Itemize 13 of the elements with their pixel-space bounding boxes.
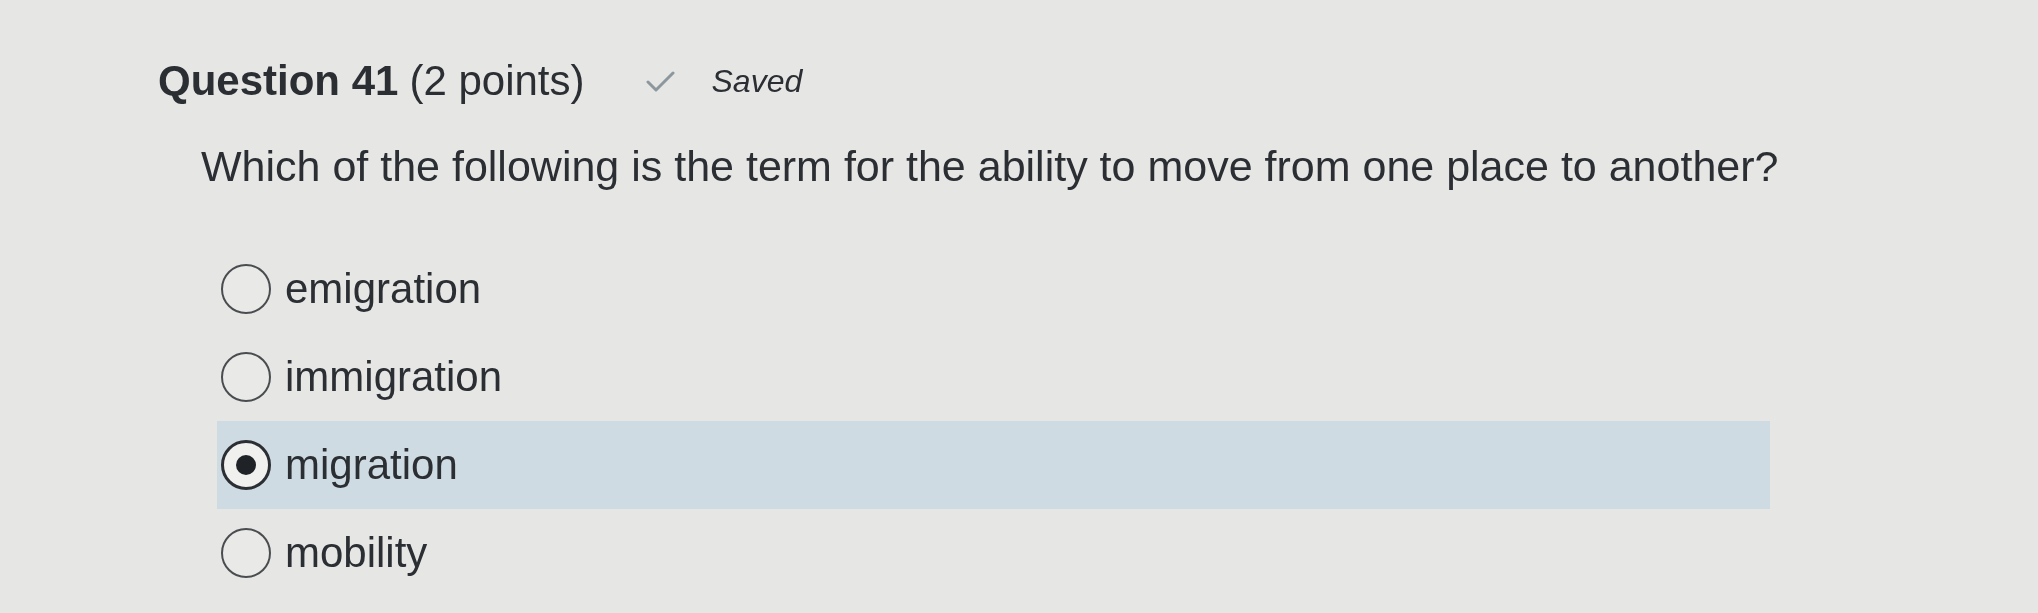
option-label[interactable]: mobility	[285, 527, 428, 579]
option-label[interactable]: immigration	[285, 351, 503, 403]
question-prompt: Which of the following is the term for the ability to move from one place to another?	[201, 141, 1779, 193]
option-label[interactable]: migration	[285, 439, 458, 491]
question-title: Question 41	[158, 56, 399, 106]
points-label: (2 points)	[409, 56, 585, 106]
radio-button[interactable]	[221, 440, 271, 490]
saved-status: Saved	[711, 62, 803, 101]
radio-button[interactable]	[221, 352, 271, 402]
checkmark-icon	[646, 70, 676, 92]
radio-button[interactable]	[221, 528, 271, 578]
radio-button[interactable]	[221, 264, 271, 314]
option-label[interactable]: emigration	[285, 263, 482, 315]
